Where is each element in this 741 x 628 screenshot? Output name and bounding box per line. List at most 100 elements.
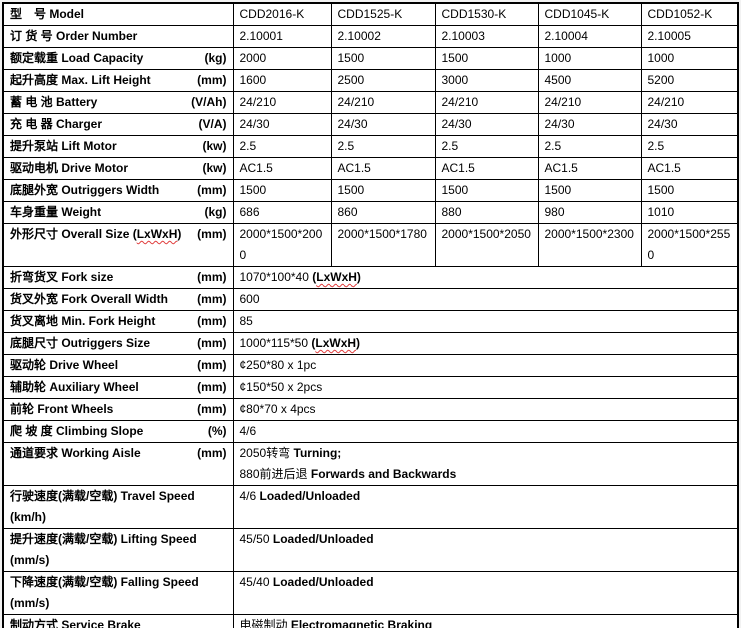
text-segment: 底腿外宽 Outriggers Width: [10, 183, 159, 197]
text-segment: 行驶速度(满载/空载) Travel Speed: [10, 489, 195, 503]
text-segment: 600: [240, 292, 260, 306]
row-label-service-brake: 制动方式 Service Brake: [3, 615, 233, 628]
text-segment: 85: [240, 314, 253, 328]
value-cell-weight: 1010: [641, 202, 738, 224]
row-unit: (kw): [203, 136, 231, 157]
value-cell-falling-speed: 45/40 Loaded/Unloaded: [233, 572, 738, 615]
value-cell-outriggers-width: 1500: [641, 180, 738, 202]
value-cell-outriggers-width: 1500: [331, 180, 435, 202]
value-cell-charger: 24/30: [641, 114, 738, 136]
value-cell-order-number: 2.10005: [641, 26, 738, 48]
text-segment: Electromagnetic Braking: [291, 618, 432, 628]
row-unit: (mm): [197, 399, 230, 420]
row-label-wrap: 制动方式 Service Brake: [10, 615, 231, 628]
spellcheck-squiggle-text: LxWxH: [316, 270, 357, 284]
row-label-auxiliary-wheel: 辅助轮 Auxiliary Wheel(mm): [3, 377, 233, 399]
row-unit: (kg): [205, 202, 231, 223]
table-row-charger: 充 电 器 Charger(V/A)24/3024/3024/3024/3024…: [3, 114, 738, 136]
text-segment: 45/40: [240, 575, 273, 589]
specification-table: 型 号 ModelCDD2016-KCDD1525-KCDD1530-KCDD1…: [2, 2, 739, 628]
text-segment: 起升高度 Max. Lift Height: [10, 73, 151, 87]
text-segment: 1070*100*40: [240, 270, 313, 284]
text-segment: 货叉离地 Min. Fork Height: [10, 314, 155, 328]
value-cell-battery: 24/210: [331, 92, 435, 114]
table-row-auxiliary-wheel: 辅助轮 Auxiliary Wheel(mm)¢150*50 x 2pcs: [3, 377, 738, 399]
text-segment: 订 货 号 Order Number: [10, 29, 137, 43]
table-row-load-capacity: 额定载重 Load Capacity(kg)200015001500100010…: [3, 48, 738, 70]
row-label-text: 充 电 器 Charger: [10, 114, 102, 135]
row-label-wrap: 爬 坡 度 Climbing Slope(%): [10, 421, 231, 442]
table-row-climbing-slope: 爬 坡 度 Climbing Slope(%)4/6: [3, 421, 738, 443]
value-cell-lift-motor: 2.5: [233, 136, 331, 158]
text-segment: 880前进后退: [240, 467, 311, 481]
table-row-travel-speed: 行驶速度(满载/空载) Travel Speed (km/h) 4/6 Loaded…: [3, 486, 738, 529]
table-row-battery: 蓄 电 池 Battery(V/Ah)24/21024/21024/21024/…: [3, 92, 738, 114]
row-label-wrap: 通道要求 Working Aisle(mm): [10, 443, 231, 464]
row-label-wrap: 行驶速度(满载/空载) Travel Speed (km/h): [10, 486, 231, 528]
row-label-fork-overall-width: 货叉外宽 Fork Overall Width(mm): [3, 289, 233, 311]
table-row-lifting-speed: 提升速度(满载/空载) Lifting Speed(mm/s)45/50 Loa…: [3, 529, 738, 572]
value-cell-battery: 24/210: [538, 92, 641, 114]
table-row-model: 型 号 ModelCDD2016-KCDD1525-KCDD1530-KCDD1…: [3, 3, 738, 26]
row-label-wrap: 下降速度(满载/空载) Falling Speed(mm/s): [10, 572, 231, 614]
value-cell-battery: 24/210: [435, 92, 538, 114]
text-segment: 1000*115*50: [240, 336, 312, 350]
value-cell-weight: 860: [331, 202, 435, 224]
row-label-min-fork-height: 货叉离地 Min. Fork Height(mm): [3, 311, 233, 333]
row-label-travel-speed: 行驶速度(满载/空载) Travel Speed (km/h): [3, 486, 233, 529]
value-cell-model: CDD1530-K: [435, 3, 538, 26]
table-row-drive-motor: 驱动电机 Drive Motor(kw)AC1.5AC1.5AC1.5AC1.5…: [3, 158, 738, 180]
value-cell-drive-wheel: ¢250*80 x 1pc: [233, 355, 738, 377]
row-unit: (mm): [197, 224, 230, 245]
row-label-order-number: 订 货 号 Order Number: [3, 26, 233, 48]
row-label-wrap: 起升高度 Max. Lift Height(mm): [10, 70, 231, 91]
text-segment: Loaded/Unloaded: [273, 575, 374, 589]
text-segment: 蓄 电 池 Battery: [10, 95, 97, 109]
text-segment: 提升速度(满载/空载) Lifting Speed: [10, 532, 197, 546]
value-cell-service-brake: 电磁制动 Electromagnetic Braking: [233, 615, 738, 628]
value-cell-max-lift-height: 3000: [435, 70, 538, 92]
row-label-wrap: 提升速度(满载/空载) Lifting Speed(mm/s): [10, 529, 231, 571]
row-label-charger: 充 电 器 Charger (V/A): [3, 114, 233, 136]
row-label-text: 辅助轮 Auxiliary Wheel: [10, 377, 139, 398]
row-unit: (mm): [197, 180, 230, 201]
row-label-model: 型 号 Model: [3, 3, 233, 26]
text-segment: Loaded/Unloaded: [260, 489, 361, 503]
value-cell-drive-motor: AC1.5: [538, 158, 641, 180]
row-label-wrap: 车身重量 Weight(kg): [10, 202, 231, 223]
text-segment: 4/6: [240, 489, 260, 503]
value-cell-max-lift-height: 5200: [641, 70, 738, 92]
text-segment: 前轮 Front Wheels: [10, 402, 113, 416]
row-unit: (kg): [205, 48, 231, 69]
value-cell-load-capacity: 1500: [331, 48, 435, 70]
row-label-battery: 蓄 电 池 Battery(V/Ah): [3, 92, 233, 114]
text-segment: ¢250*80 x 1pc: [240, 358, 317, 372]
value-cell-lift-motor: 2.5: [331, 136, 435, 158]
row-label-outriggers-width: 底腿外宽 Outriggers Width (mm): [3, 180, 233, 202]
table-row-weight: 车身重量 Weight(kg)6868608809801010: [3, 202, 738, 224]
text-segment: 外形尺寸 Overall Size (: [10, 227, 137, 241]
row-label-text: 货叉离地 Min. Fork Height: [10, 311, 155, 332]
value-cell-outriggers-width: 1500: [233, 180, 331, 202]
row-unit: (mm): [197, 355, 230, 376]
table-row-front-wheels: 前轮 Front Wheels(mm)¢80*70 x 4pcs: [3, 399, 738, 421]
row-label-wrap: 货叉外宽 Fork Overall Width(mm): [10, 289, 231, 310]
text-segment: 折弯货叉 Fork size: [10, 270, 113, 284]
table-row-lift-motor: 提升泵站 Lift Motor(kw)2.52.52.52.52.5: [3, 136, 738, 158]
row-unit: (V/A): [199, 114, 231, 135]
value-cell-charger: 24/30: [233, 114, 331, 136]
row-label-wrap: 底腿外宽 Outriggers Width (mm): [10, 180, 231, 201]
row-unit: (km/h): [10, 510, 46, 524]
row-label-lift-motor: 提升泵站 Lift Motor (kw): [3, 136, 233, 158]
value-cell-climbing-slope: 4/6: [233, 421, 738, 443]
value-cell-weight: 686: [233, 202, 331, 224]
value-cell-model: CDD1052-K: [641, 3, 738, 26]
row-label-text: 底腿尺寸 Outriggers Size: [10, 333, 150, 354]
text-segment: 提升泵站 Lift Motor: [10, 139, 117, 153]
text-segment: 2050转弯: [240, 446, 294, 460]
row-label-text: 通道要求 Working Aisle: [10, 443, 141, 464]
value-cell-weight: 980: [538, 202, 641, 224]
value-cell-load-capacity: 1000: [641, 48, 738, 70]
row-label-text: 驱动电机 Drive Motor: [10, 158, 128, 179]
value-cell-drive-motor: AC1.5: [435, 158, 538, 180]
